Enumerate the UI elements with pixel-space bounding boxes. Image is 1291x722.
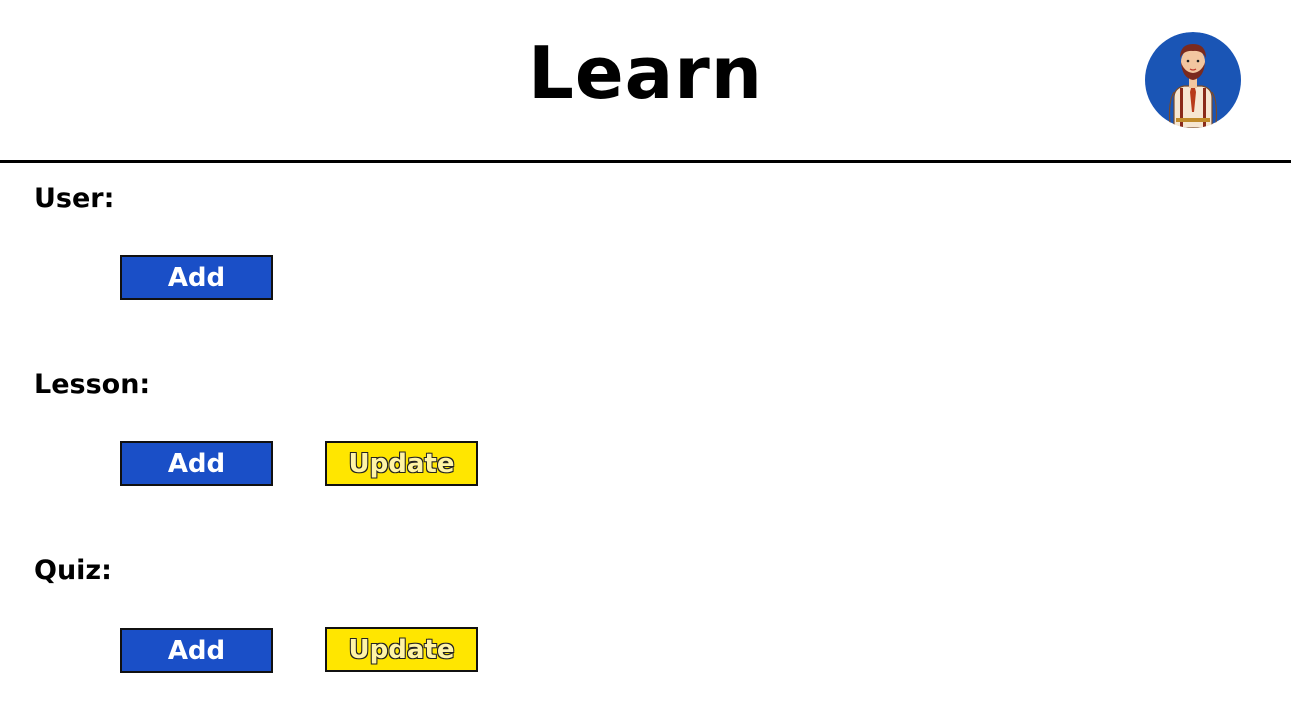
lesson-section-label: Lesson:: [34, 369, 151, 400]
page-title: Learn: [527, 31, 764, 115]
admin-page: Learn User: Add Lesson: Add Update Quiz:…: [0, 0, 1291, 722]
quiz-add-button[interactable]: Add: [120, 628, 273, 673]
user-section-label: User:: [34, 183, 115, 214]
lesson-add-button[interactable]: Add: [120, 441, 273, 486]
lesson-update-button[interactable]: Update: [325, 441, 478, 486]
quiz-section-label: Quiz:: [34, 555, 112, 586]
user-avatar-icon[interactable]: [1144, 32, 1242, 128]
quiz-update-button[interactable]: Update: [325, 627, 478, 672]
user-add-button[interactable]: Add: [120, 255, 273, 300]
header-divider: [0, 160, 1291, 163]
